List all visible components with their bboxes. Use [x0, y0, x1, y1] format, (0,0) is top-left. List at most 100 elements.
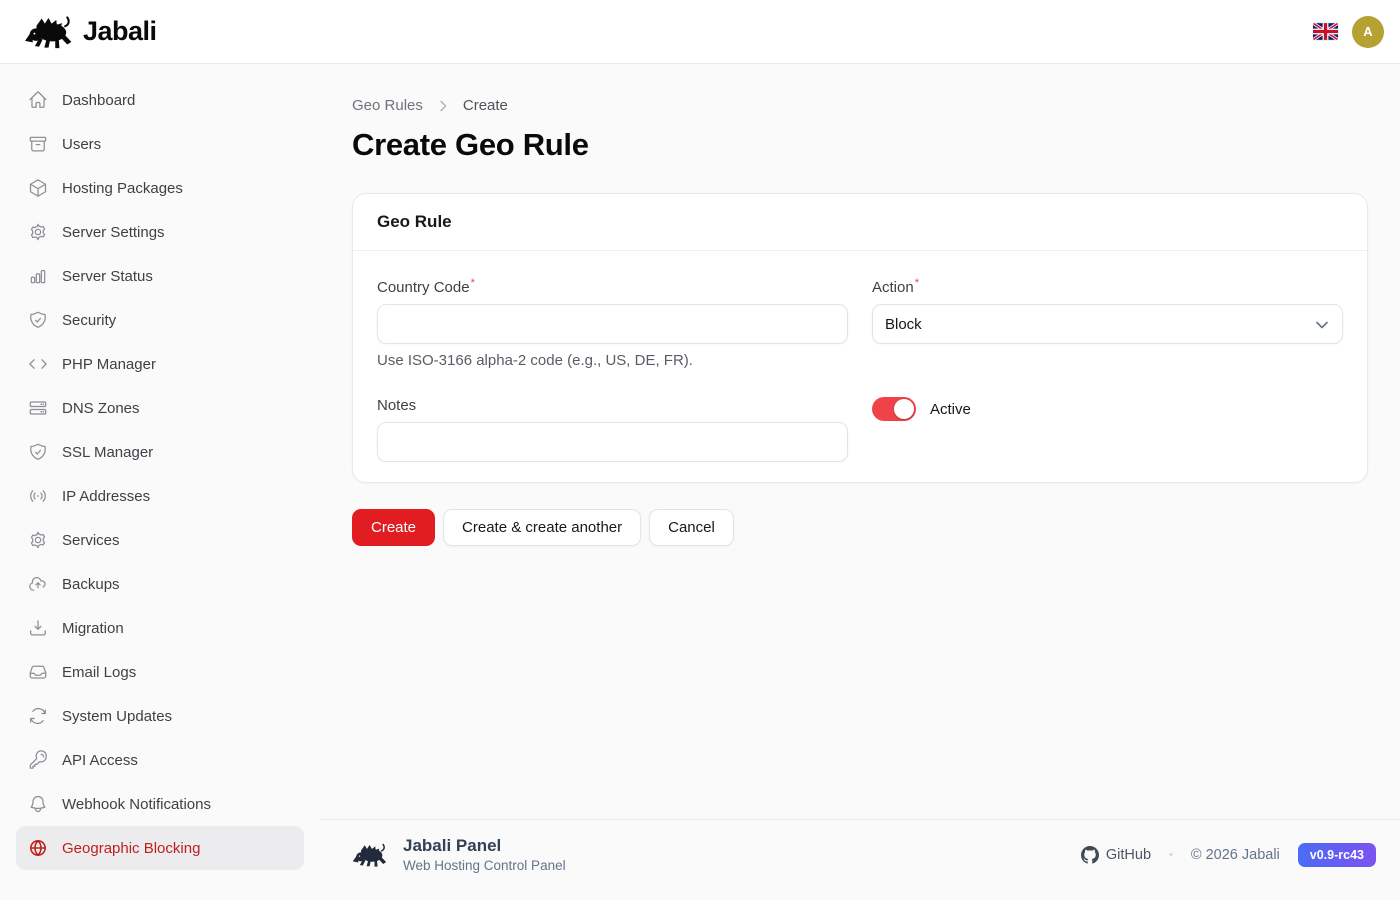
download-tray-icon: [28, 618, 48, 638]
sidebar-item-label: SSL Manager: [62, 444, 153, 461]
archive-box-icon: [28, 134, 48, 154]
brand-name: Jabali: [83, 16, 157, 47]
action-select[interactable]: Block: [872, 304, 1343, 344]
cancel-button[interactable]: Cancel: [649, 509, 734, 546]
arrows-cycle-icon: [28, 706, 48, 726]
chevron-right-icon: [435, 98, 451, 114]
user-avatar[interactable]: A: [1352, 16, 1384, 48]
action-field-group: Action* Block: [872, 275, 1343, 369]
sidebar-item-label: Hosting Packages: [62, 180, 183, 197]
page-title: Create Geo Rule: [352, 127, 1368, 163]
breadcrumb: Geo Rules Create: [352, 98, 1368, 114]
sidebar-item-php-manager[interactable]: PHP Manager: [16, 342, 304, 386]
footer-meta: GitHub • © 2026 Jabali v0.9-rc43: [1081, 843, 1376, 867]
card-body: Country Code* Use ISO-3166 alpha-2 code …: [353, 251, 1367, 482]
version-badge: v0.9-rc43: [1298, 843, 1376, 867]
sidebar-item-ssl-manager[interactable]: SSL Manager: [16, 430, 304, 474]
app-header: Jabali A: [0, 0, 1400, 64]
sidebar-item-dashboard[interactable]: Dashboard: [16, 78, 304, 122]
card-title: Geo Rule: [377, 212, 452, 231]
create-and-create-another-button[interactable]: Create & create another: [443, 509, 641, 546]
signal-icon: [28, 486, 48, 506]
shield-check-icon: [28, 442, 48, 462]
country-code-helper: Use ISO-3166 alpha-2 code (e.g., US, DE,…: [377, 352, 848, 369]
required-asterisk: *: [915, 277, 919, 289]
shield-check-icon: [28, 310, 48, 330]
gear-icon: [28, 530, 48, 550]
breadcrumb-geo-rules[interactable]: Geo Rules: [352, 98, 423, 114]
footer-tagline: Web Hosting Control Panel: [403, 857, 566, 874]
action-label: Action*: [872, 275, 1343, 296]
brand-logo[interactable]: Jabali: [24, 15, 157, 49]
sidebar-item-label: Services: [62, 532, 120, 549]
form-actions: Create Create & create another Cancel: [352, 509, 1368, 546]
cube-icon: [28, 178, 48, 198]
footer-brand-block: Jabali Panel Web Hosting Control Panel: [352, 836, 566, 874]
footer-brand-name: Jabali Panel: [403, 836, 566, 856]
sidebar-item-backups[interactable]: Backups: [16, 562, 304, 606]
server-stack-icon: [28, 398, 48, 418]
sidebar-item-label: IP Addresses: [62, 488, 150, 505]
sidebar-item-security[interactable]: Security: [16, 298, 304, 342]
sidebar-item-label: Geographic Blocking: [62, 840, 200, 857]
breadcrumb-create: Create: [463, 98, 508, 114]
geo-rule-card: Geo Rule Country Code* Use ISO-3166 alph…: [352, 193, 1368, 483]
sidebar-item-label: Server Status: [62, 268, 153, 285]
github-link[interactable]: GitHub: [1081, 846, 1151, 864]
sidebar-item-services[interactable]: Services: [16, 518, 304, 562]
sidebar-item-server-status[interactable]: Server Status: [16, 254, 304, 298]
country-code-field-group: Country Code* Use ISO-3166 alpha-2 code …: [377, 275, 848, 369]
sidebar-item-api-access[interactable]: API Access: [16, 738, 304, 782]
code-icon: [28, 354, 48, 374]
sidebar-item-email-logs[interactable]: Email Logs: [16, 650, 304, 694]
sidebar-item-label: Webhook Notifications: [62, 796, 211, 813]
sidebar-item-geographic-blocking[interactable]: Geographic Blocking: [16, 826, 304, 870]
sidebar-item-webhook-notifications[interactable]: Webhook Notifications: [16, 782, 304, 826]
sidebar-nav: Dashboard Users Hosting Packages Server …: [0, 64, 320, 884]
action-select-value: Block: [885, 316, 922, 333]
sidebar-item-dns-zones[interactable]: DNS Zones: [16, 386, 304, 430]
sidebar-item-label: Migration: [62, 620, 124, 637]
sidebar-item-label: Dashboard: [62, 92, 135, 109]
sidebar-item-migration[interactable]: Migration: [16, 606, 304, 650]
language-flag-icon[interactable]: [1313, 23, 1338, 40]
header-actions: A: [1313, 16, 1384, 48]
notes-input[interactable]: [377, 422, 848, 462]
notes-label: Notes: [377, 397, 848, 414]
sidebar-item-label: Security: [62, 312, 116, 329]
boar-logo-icon: [352, 843, 388, 867]
card-header: Geo Rule: [353, 194, 1367, 251]
boar-logo-icon: [24, 15, 74, 49]
cloud-upload-icon: [28, 574, 48, 594]
active-toggle-label: Active: [930, 401, 971, 418]
country-code-label: Country Code*: [377, 275, 848, 296]
home-icon: [28, 90, 48, 110]
sidebar-item-label: Email Logs: [62, 664, 136, 681]
gear-icon: [28, 222, 48, 242]
sidebar-item-label: Server Settings: [62, 224, 165, 241]
sidebar-item-label: System Updates: [62, 708, 172, 725]
sidebar-item-label: Users: [62, 136, 101, 153]
sidebar-item-ip-addresses[interactable]: IP Addresses: [16, 474, 304, 518]
sidebar-item-label: API Access: [62, 752, 138, 769]
required-asterisk: *: [471, 277, 475, 289]
github-icon: [1081, 846, 1099, 864]
dot-separator: •: [1169, 849, 1173, 861]
create-button[interactable]: Create: [352, 509, 435, 546]
country-code-input[interactable]: [377, 304, 848, 344]
sidebar-item-users[interactable]: Users: [16, 122, 304, 166]
sidebar-item-system-updates[interactable]: System Updates: [16, 694, 304, 738]
app-footer: Jabali Panel Web Hosting Control Panel G…: [320, 819, 1400, 874]
active-field-group: Active: [872, 397, 1343, 421]
sidebar-item-label: PHP Manager: [62, 356, 156, 373]
main-content: Geo Rules Create Create Geo Rule Geo Rul…: [320, 64, 1400, 546]
sidebar-item-server-settings[interactable]: Server Settings: [16, 210, 304, 254]
copyright-text: © 2026 Jabali: [1191, 847, 1280, 863]
chevron-down-icon: [1312, 315, 1332, 335]
active-toggle[interactable]: [872, 397, 916, 421]
bell-icon: [28, 794, 48, 814]
sidebar-item-hosting-packages[interactable]: Hosting Packages: [16, 166, 304, 210]
github-label: GitHub: [1106, 847, 1151, 863]
bar-chart-icon: [28, 266, 48, 286]
inbox-icon: [28, 662, 48, 682]
